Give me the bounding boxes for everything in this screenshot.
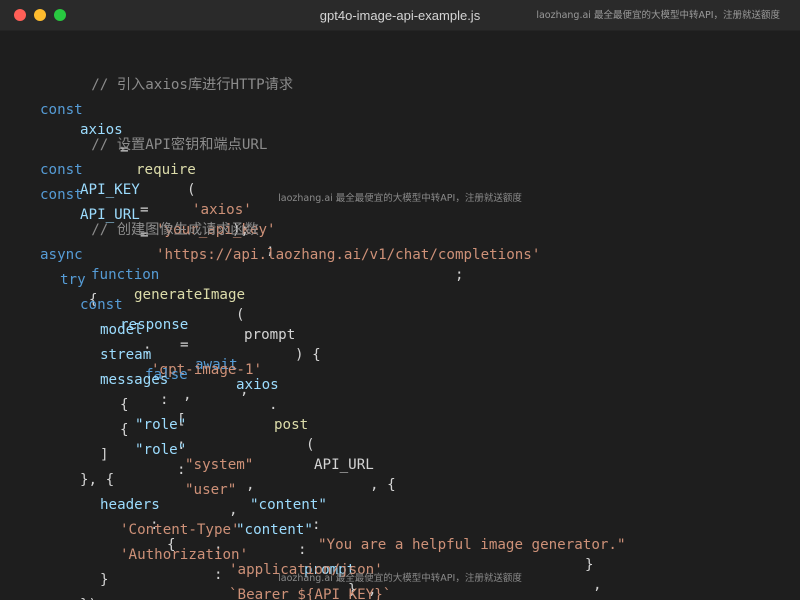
code-line-6: // 创建图像生成请求函数: [40, 200, 259, 238]
punctuation: ,: [246, 477, 255, 493]
string: 'Content-Type': [120, 522, 240, 538]
code-line-17: headers : {: [0, 475, 176, 553]
comment: // 引入axios库进行HTTP请求: [91, 77, 294, 93]
code-line-11: stream false ,: [0, 325, 192, 403]
code-line-18: 'Content-Type' : 'application/json' ,: [0, 500, 383, 598]
code-line-2: const axios = require ( 'axios' );: [0, 80, 252, 238]
code-line-5: const API_URL = 'https://api.laozhang.ai…: [0, 165, 540, 283]
keyword: const: [80, 297, 123, 313]
punctuation: :: [160, 392, 169, 408]
string: `Bearer ${API_KEY}`: [229, 587, 392, 600]
string: "system": [185, 457, 254, 473]
punctuation: ,: [240, 382, 249, 398]
punctuation: ) {: [295, 347, 321, 363]
code-line-19: 'Authorization' : `Bearer ${API_KEY}`: [0, 525, 391, 600]
property: "content": [236, 522, 313, 538]
comment: // 创建图像生成请求函数: [91, 222, 259, 238]
code-line-15: ]: [0, 425, 109, 463]
code-line-4: const API_KEY = 'your_api_key' ;: [0, 140, 276, 258]
editor-window: gpt4o-image-api-example.js laozhang.ai 最…: [0, 0, 800, 600]
watermark: laozhang.ai 最全最便宜的大模型中转API，注册就送额度: [278, 573, 522, 584]
punctuation: (: [306, 437, 315, 453]
parameter: prompt: [244, 327, 296, 343]
operator: =: [180, 337, 189, 353]
code-line-13: { "role" : "system" , "content" : "You a…: [0, 375, 626, 593]
code-line-16: }, {: [0, 450, 114, 488]
string: 'Authorization': [120, 547, 249, 563]
punctuation: {: [120, 422, 129, 438]
code-line-21: });: [0, 575, 106, 600]
punctuation: ]: [100, 447, 109, 463]
code-line-1: // 引入axios库进行HTTP请求: [40, 55, 293, 93]
code-line-7: async function generateImage ( prompt ) …: [0, 225, 321, 363]
string: 'https://api.laozhang.ai/v1/chat/complet…: [156, 247, 541, 263]
punctuation: :: [312, 517, 321, 533]
punctuation: ,: [229, 502, 238, 518]
property: "content": [250, 497, 327, 513]
punctuation: (: [236, 307, 245, 323]
string: "You are a helpful image generator.": [318, 537, 626, 553]
code-area[interactable]: // 引入axios库进行HTTP请求 const axios = requir…: [0, 0, 800, 600]
punctuation: , {: [370, 477, 396, 493]
argument: API_URL: [314, 457, 374, 473]
code-line-12: messages : [: [0, 350, 186, 428]
punctuation: }, {: [80, 472, 115, 488]
punctuation: .: [269, 397, 278, 413]
code-line-20: }: [0, 550, 109, 588]
code-line-8: try {: [0, 250, 98, 308]
property: "role": [135, 417, 187, 433]
punctuation: :: [298, 542, 307, 558]
code-line-10: model : 'gpt-image-1' ,: [0, 300, 262, 398]
punctuation: ;: [455, 267, 464, 283]
function-name: require: [136, 162, 196, 178]
property: stream: [100, 347, 152, 363]
punctuation: });: [80, 595, 106, 600]
punctuation: :: [177, 462, 186, 478]
property: headers: [100, 497, 160, 513]
property: model: [100, 322, 143, 338]
code-line-9: const response = await axios . post ( AP…: [0, 275, 396, 493]
keyword: function: [91, 267, 160, 283]
punctuation: ,: [183, 387, 192, 403]
code-line-14: { "role" : "user" , "content" : prompt }: [0, 400, 357, 598]
code-line-3: // 设置API密钥和端点URL: [40, 115, 267, 153]
function-name: generateImage: [134, 287, 246, 303]
punctuation: {: [120, 397, 129, 413]
string: "user": [185, 482, 237, 498]
property: "role": [135, 442, 187, 458]
comment: // 设置API密钥和端点URL: [91, 137, 268, 153]
function-name: post: [274, 417, 309, 433]
property: messages: [100, 372, 169, 388]
keyword: try: [60, 272, 86, 288]
